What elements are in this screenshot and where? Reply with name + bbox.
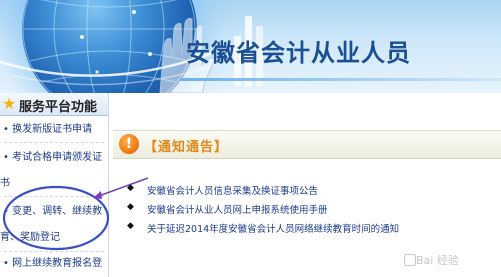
- notice-link[interactable]: 关于延迟2014年度安徽省会计人员网络继续教育时间的通知: [147, 221, 399, 235]
- sidebar-item-label[interactable]: • 考试合格申请颁发证: [3, 151, 102, 165]
- notice-item[interactable]: ◆ 关于延迟2014年度安徽省会计人员网络继续教育时间的通知: [127, 220, 467, 236]
- sidebar-divider: [4, 142, 104, 143]
- banner-divider: [180, 78, 501, 81]
- sidebar: ★ 服务平台功能 • 换发新版证书申请 • 考试合格申请颁发证 书 • 变更、调…: [0, 93, 109, 277]
- notice-header: ! 【通知通告】: [113, 130, 501, 159]
- sidebar-item-label[interactable]: • 变更、调转、继续教: [3, 205, 102, 219]
- header-banner: 安徽省会计从业人员: [0, 0, 501, 93]
- sidebar-title: 服务平台功能: [19, 100, 98, 115]
- diamond-bullet-icon: ◆: [127, 221, 134, 231]
- notice-link[interactable]: 安徽省会计从业人员网上申报系统使用手册: [147, 202, 328, 216]
- notice-title: 【通知通告】: [144, 140, 229, 155]
- watermark-paw-icon: [404, 254, 416, 266]
- diamond-bullet-icon: ◆: [127, 183, 134, 193]
- sidebar-item-label-cont[interactable]: 书: [0, 177, 10, 191]
- sidebar-item-label[interactable]: • 换发新版证书申请: [3, 123, 92, 137]
- sidebar-divider: [4, 251, 104, 252]
- diamond-bullet-icon: ◆: [127, 202, 134, 212]
- sidebar-item-label[interactable]: • 网上继续教育报名登: [3, 257, 102, 271]
- site-title: 安徽省会计从业人员: [186, 39, 411, 67]
- sidebar-divider: [4, 196, 104, 197]
- sidebar-header: ★ 服务平台功能: [0, 93, 108, 116]
- alert-icon: !: [119, 134, 139, 154]
- sidebar-item-label-cont[interactable]: 育、奖励登记: [0, 231, 60, 245]
- notice-item[interactable]: ◆ 安徽省会计从业人员网上申报系统使用手册: [127, 201, 467, 217]
- star-icon: ★: [2, 94, 17, 113]
- watermark: Bai 经验: [416, 254, 459, 267]
- notice-item[interactable]: ◆ 安徽省会计人员信息采集及换证事项公告: [127, 182, 467, 198]
- notice-link[interactable]: 安徽省会计人员信息采集及换证事项公告: [147, 183, 318, 197]
